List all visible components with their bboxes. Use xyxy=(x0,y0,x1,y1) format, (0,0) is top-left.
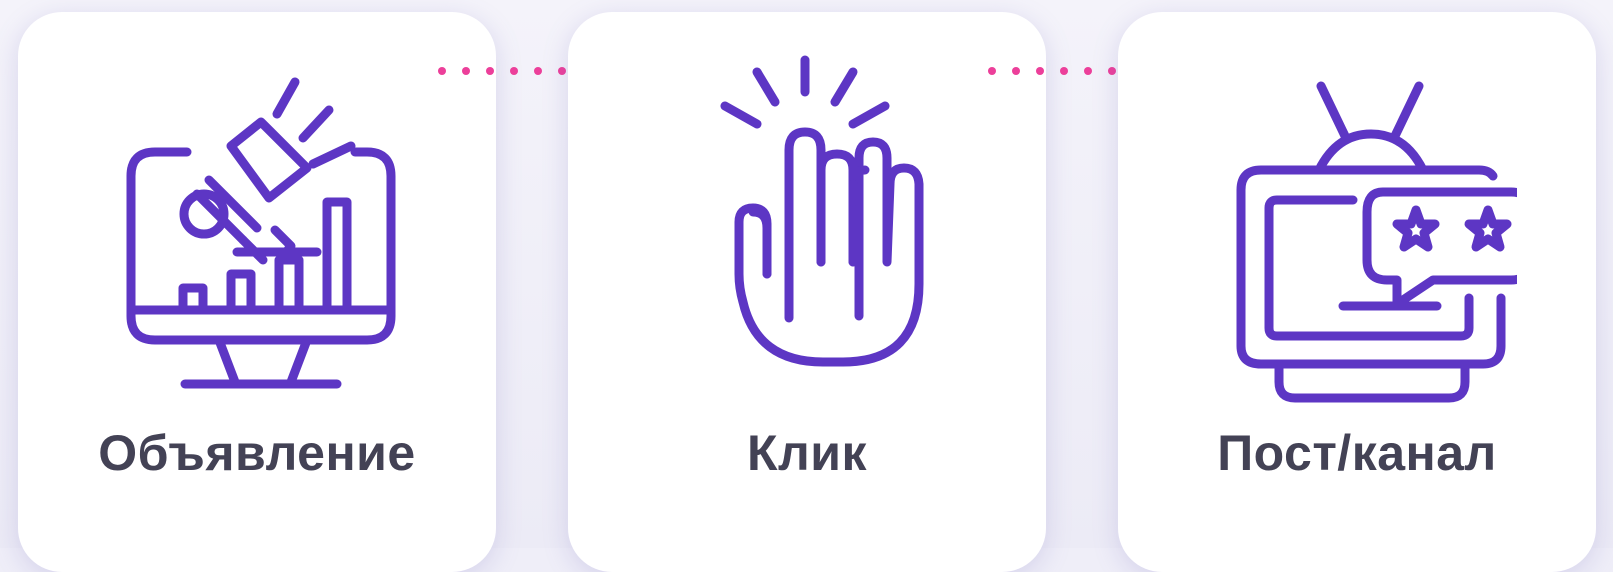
step-card-click: Клик xyxy=(568,12,1046,572)
step-label: Пост/канал xyxy=(1217,425,1497,481)
step-label: Клик xyxy=(746,425,868,481)
step-card-post-channel: Пост/канал xyxy=(1118,12,1596,572)
tv-post-channel-icon xyxy=(1236,81,1517,403)
step-label: Объявление xyxy=(98,425,416,481)
step-card-ad: Объявление xyxy=(18,12,496,572)
ad-monitor-megaphone-icon xyxy=(126,77,396,389)
click-finger-icon xyxy=(720,55,924,367)
